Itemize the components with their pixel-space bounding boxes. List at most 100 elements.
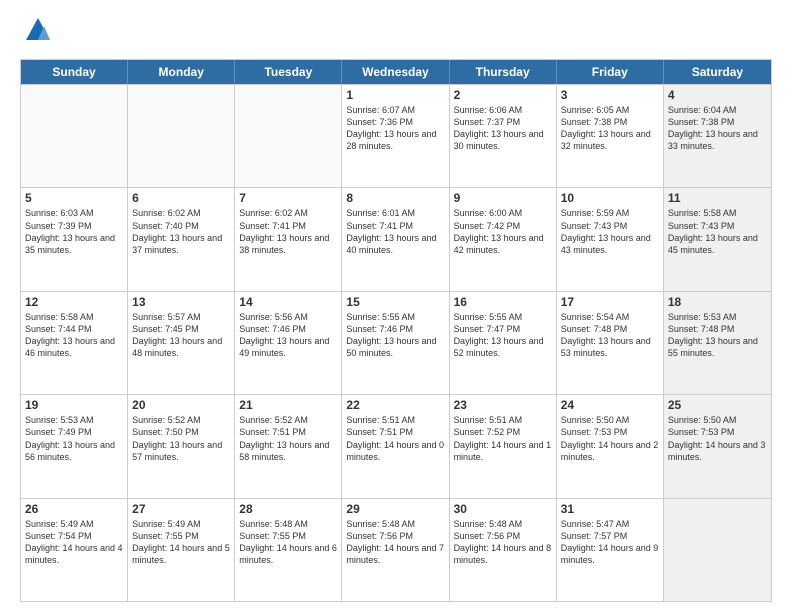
cal-cell-4-7: 25 Sunrise: 5:50 AM Sunset: 7:53 PM Dayli… (664, 395, 771, 497)
cal-cell-3-6: 17Sunrise: 5:54 AM Sunset: 7:48 PM Dayli… (557, 292, 664, 394)
day-number: 30 (454, 502, 552, 516)
logo-icon (24, 16, 52, 49)
cal-cell-5-7 (664, 499, 771, 601)
cal-cell-3-7: 18 Sunrise: 5:53 AM Sunset: 7:48 PM Dayli… (664, 292, 771, 394)
header-cell-tuesday: Tuesday (235, 60, 342, 84)
cal-cell-5-6: 31 Sunrise: 5:47 AM Sunset: 7:57 PM Dayli… (557, 499, 664, 601)
logo-text (20, 16, 52, 49)
day-number: 13 (132, 295, 230, 309)
day-number: 29 (346, 502, 444, 516)
day-number: 31 (561, 502, 659, 516)
cell-text: Sunrise: 5:47 AM Sunset: 7:57 PM Dayligh… (561, 518, 659, 567)
cell-text: Sunrise: 5:55 AM Sunset: 7:47 PM Dayligh… (454, 311, 552, 360)
header-cell-sunday: Sunday (21, 60, 128, 84)
cell-text: Sunrise: 5:48 AM Sunset: 7:56 PM Dayligh… (346, 518, 444, 567)
cell-text: Sunrise: 6:04 AM Sunset: 7:38 PM Dayligh… (668, 104, 767, 153)
week-row-5: 26 Sunrise: 5:49 AM Sunset: 7:54 PM Dayli… (21, 498, 771, 601)
cell-text: Sunrise: 5:58 AM Sunset: 7:43 PM Dayligh… (668, 207, 767, 256)
header-cell-saturday: Saturday (664, 60, 771, 84)
cell-text: Sunrise: 5:52 AM Sunset: 7:50 PM Dayligh… (132, 414, 230, 463)
cal-cell-2-7: 11 Sunrise: 5:58 AM Sunset: 7:43 PM Dayli… (664, 188, 771, 290)
day-number: 4 (668, 88, 767, 102)
day-number: 27 (132, 502, 230, 516)
day-number: 1 (346, 88, 444, 102)
cell-text: Sunrise: 5:57 AM Sunset: 7:45 PM Dayligh… (132, 311, 230, 360)
day-number: 10 (561, 191, 659, 205)
cal-cell-4-2: 20 Sunrise: 5:52 AM Sunset: 7:50 PM Dayli… (128, 395, 235, 497)
cal-cell-5-5: 30 Sunrise: 5:48 AM Sunset: 7:56 PM Dayli… (450, 499, 557, 601)
day-number: 14 (239, 295, 337, 309)
page: SundayMondayTuesdayWednesdayThursdayFrid… (0, 0, 792, 612)
week-row-4: 19Sunrise: 5:53 AM Sunset: 7:49 PM Dayli… (21, 394, 771, 497)
day-number: 5 (25, 191, 123, 205)
calendar-body: 1 Sunrise: 6:07 AM Sunset: 7:36 PM Daylig… (21, 84, 771, 601)
cell-text: Sunrise: 6:02 AM Sunset: 7:41 PM Dayligh… (239, 207, 337, 256)
day-number: 3 (561, 88, 659, 102)
cell-text: Sunrise: 6:05 AM Sunset: 7:38 PM Dayligh… (561, 104, 659, 153)
day-number: 16 (454, 295, 552, 309)
cell-text: Sunrise: 6:01 AM Sunset: 7:41 PM Dayligh… (346, 207, 444, 256)
cal-cell-4-6: 24Sunrise: 5:50 AM Sunset: 7:53 PM Dayli… (557, 395, 664, 497)
day-number: 22 (346, 398, 444, 412)
cal-cell-1-2 (128, 85, 235, 187)
cal-cell-4-3: 21 Sunrise: 5:52 AM Sunset: 7:51 PM Dayli… (235, 395, 342, 497)
cell-text: Sunrise: 5:53 AM Sunset: 7:48 PM Dayligh… (668, 311, 767, 360)
cell-text: Sunrise: 5:50 AM Sunset: 7:53 PM Dayligh… (668, 414, 767, 463)
day-number: 17 (561, 295, 659, 309)
cal-cell-2-5: 9 Sunrise: 6:00 AM Sunset: 7:42 PM Daylig… (450, 188, 557, 290)
header-cell-thursday: Thursday (450, 60, 557, 84)
cal-cell-3-5: 16 Sunrise: 5:55 AM Sunset: 7:47 PM Dayli… (450, 292, 557, 394)
day-number: 18 (668, 295, 767, 309)
logo (20, 16, 52, 49)
cell-text: Sunrise: 6:06 AM Sunset: 7:37 PM Dayligh… (454, 104, 552, 153)
cal-cell-4-5: 23Sunrise: 5:51 AM Sunset: 7:52 PM Dayli… (450, 395, 557, 497)
calendar-header: SundayMondayTuesdayWednesdayThursdayFrid… (21, 60, 771, 84)
cal-cell-5-3: 28Sunrise: 5:48 AM Sunset: 7:55 PM Dayli… (235, 499, 342, 601)
cal-cell-3-1: 12 Sunrise: 5:58 AM Sunset: 7:44 PM Dayli… (21, 292, 128, 394)
cell-text: Sunrise: 5:52 AM Sunset: 7:51 PM Dayligh… (239, 414, 337, 463)
cell-text: Sunrise: 6:00 AM Sunset: 7:42 PM Dayligh… (454, 207, 552, 256)
day-number: 12 (25, 295, 123, 309)
cell-text: Sunrise: 5:48 AM Sunset: 7:55 PM Dayligh… (239, 518, 337, 567)
calendar: SundayMondayTuesdayWednesdayThursdayFrid… (20, 59, 772, 602)
cal-cell-1-7: 4 Sunrise: 6:04 AM Sunset: 7:38 PM Daylig… (664, 85, 771, 187)
cell-text: Sunrise: 5:50 AM Sunset: 7:53 PM Dayligh… (561, 414, 659, 463)
cal-cell-5-4: 29 Sunrise: 5:48 AM Sunset: 7:56 PM Dayli… (342, 499, 449, 601)
cell-text: Sunrise: 5:58 AM Sunset: 7:44 PM Dayligh… (25, 311, 123, 360)
cal-cell-1-1 (21, 85, 128, 187)
header (20, 16, 772, 49)
week-row-2: 5 Sunrise: 6:03 AM Sunset: 7:39 PM Daylig… (21, 187, 771, 290)
cal-cell-1-6: 3 Sunrise: 6:05 AM Sunset: 7:38 PM Daylig… (557, 85, 664, 187)
cal-cell-5-2: 27 Sunrise: 5:49 AM Sunset: 7:55 PM Dayli… (128, 499, 235, 601)
cell-text: Sunrise: 5:49 AM Sunset: 7:55 PM Dayligh… (132, 518, 230, 567)
day-number: 20 (132, 398, 230, 412)
cell-text: Sunrise: 6:02 AM Sunset: 7:40 PM Dayligh… (132, 207, 230, 256)
cal-cell-1-4: 1 Sunrise: 6:07 AM Sunset: 7:36 PM Daylig… (342, 85, 449, 187)
cell-text: Sunrise: 6:07 AM Sunset: 7:36 PM Dayligh… (346, 104, 444, 153)
day-number: 19 (25, 398, 123, 412)
day-number: 2 (454, 88, 552, 102)
day-number: 26 (25, 502, 123, 516)
cell-text: Sunrise: 6:03 AM Sunset: 7:39 PM Dayligh… (25, 207, 123, 256)
day-number: 11 (668, 191, 767, 205)
header-cell-friday: Friday (557, 60, 664, 84)
cal-cell-4-1: 19Sunrise: 5:53 AM Sunset: 7:49 PM Dayli… (21, 395, 128, 497)
cal-cell-2-2: 6Sunrise: 6:02 AM Sunset: 7:40 PM Daylig… (128, 188, 235, 290)
cell-text: Sunrise: 5:49 AM Sunset: 7:54 PM Dayligh… (25, 518, 123, 567)
cell-text: Sunrise: 5:56 AM Sunset: 7:46 PM Dayligh… (239, 311, 337, 360)
week-row-3: 12 Sunrise: 5:58 AM Sunset: 7:44 PM Dayli… (21, 291, 771, 394)
cal-cell-1-5: 2 Sunrise: 6:06 AM Sunset: 7:37 PM Daylig… (450, 85, 557, 187)
cell-text: Sunrise: 5:59 AM Sunset: 7:43 PM Dayligh… (561, 207, 659, 256)
day-number: 21 (239, 398, 337, 412)
cal-cell-2-1: 5 Sunrise: 6:03 AM Sunset: 7:39 PM Daylig… (21, 188, 128, 290)
day-number: 9 (454, 191, 552, 205)
day-number: 8 (346, 191, 444, 205)
cal-cell-3-2: 13 Sunrise: 5:57 AM Sunset: 7:45 PM Dayli… (128, 292, 235, 394)
day-number: 25 (668, 398, 767, 412)
cal-cell-2-6: 10 Sunrise: 5:59 AM Sunset: 7:43 PM Dayli… (557, 188, 664, 290)
week-row-1: 1 Sunrise: 6:07 AM Sunset: 7:36 PM Daylig… (21, 84, 771, 187)
header-cell-monday: Monday (128, 60, 235, 84)
cell-text: Sunrise: 5:48 AM Sunset: 7:56 PM Dayligh… (454, 518, 552, 567)
cell-text: Sunrise: 5:55 AM Sunset: 7:46 PM Dayligh… (346, 311, 444, 360)
cal-cell-1-3 (235, 85, 342, 187)
